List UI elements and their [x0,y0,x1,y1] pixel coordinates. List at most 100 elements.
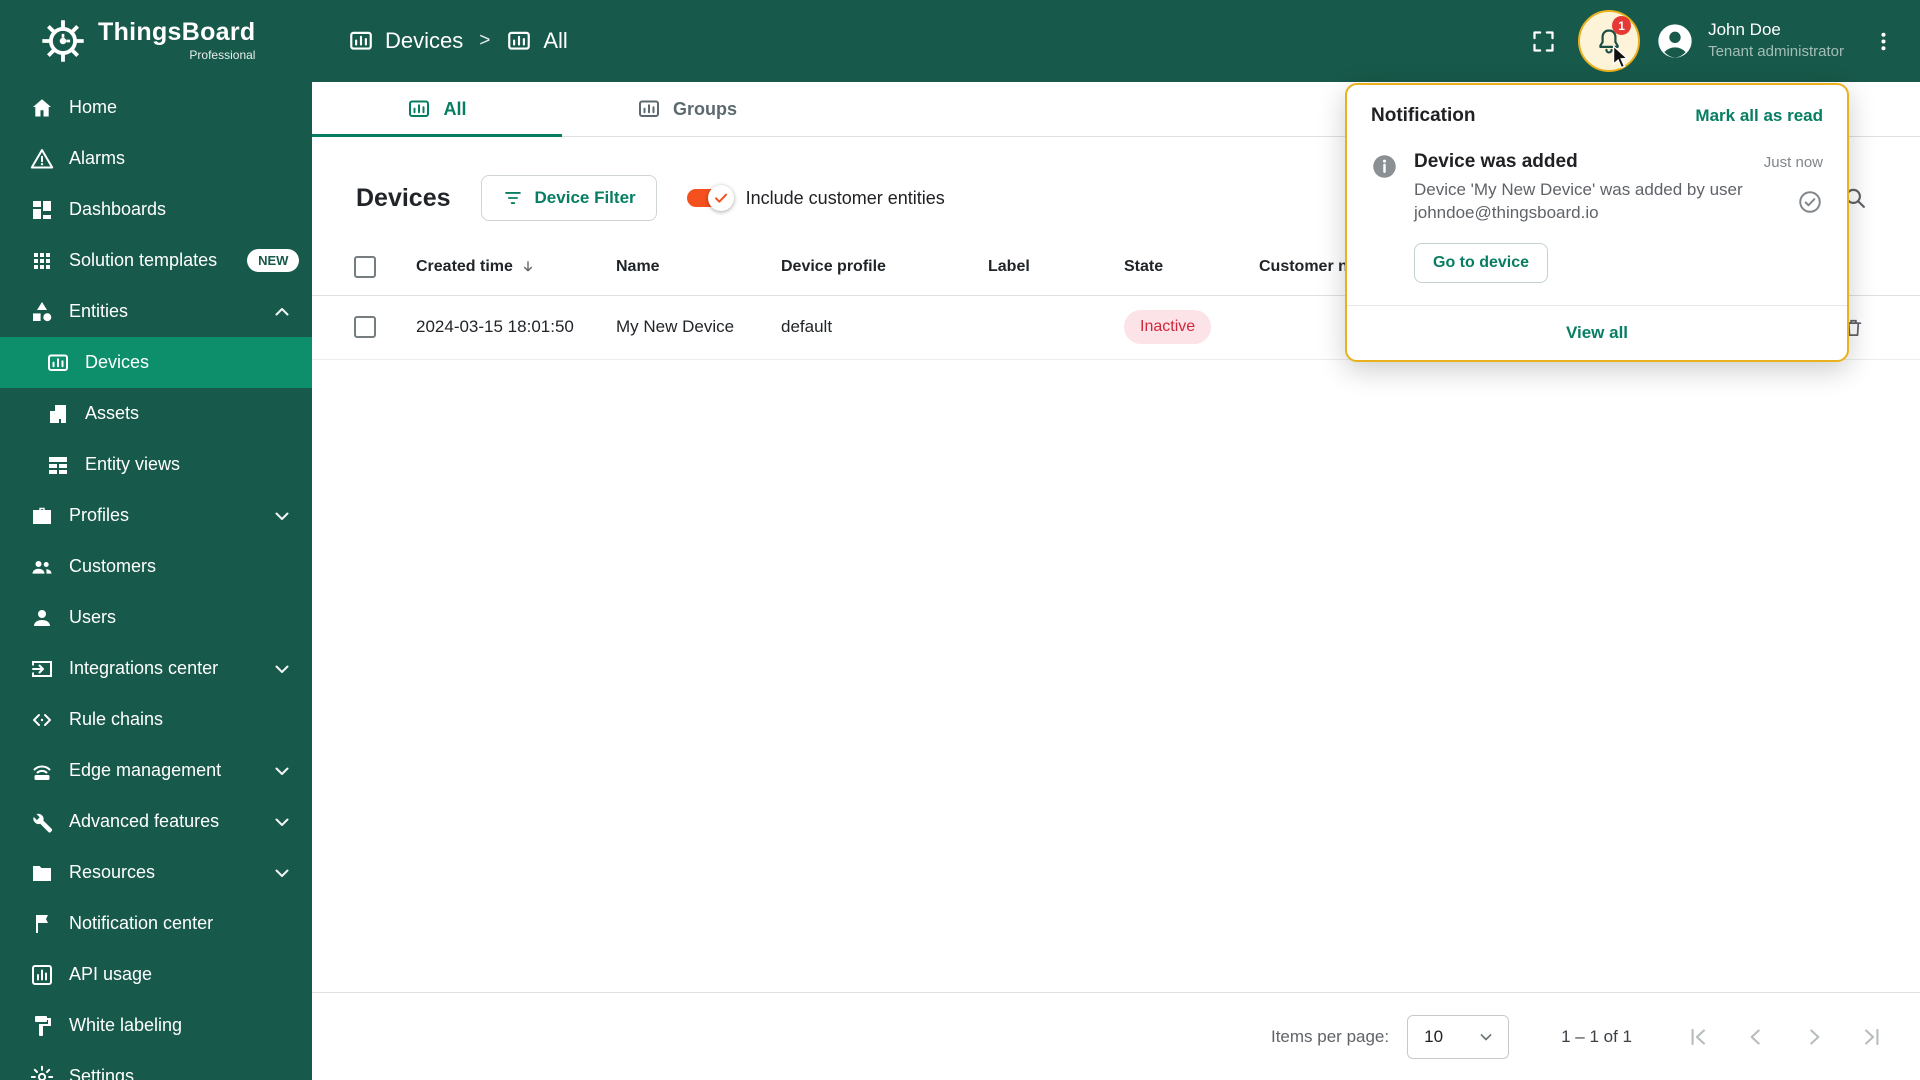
sidebar-item-label: Integrations center [69,658,219,678]
breadcrumb-devices[interactable]: Devices [348,28,463,54]
sidebar-item-home[interactable]: Home [0,82,312,133]
column-header-device-profile[interactable]: Device profile [781,239,988,296]
sidebar-item-label: Alarms [69,148,126,168]
white-labeling-icon [30,1014,54,1038]
cell-name: My New Device [616,295,781,360]
previous-page-icon [1743,1024,1769,1050]
sidebar-item-resources[interactable]: Resources [0,847,312,898]
go-to-device-button[interactable]: Go to device [1414,242,1549,283]
previous-page-button[interactable] [1734,1015,1778,1059]
tab-groups[interactable]: Groups [562,82,812,136]
first-page-icon [1685,1024,1711,1050]
sidebar-item-integrations-center[interactable]: Integrations center [0,643,312,694]
mark-all-as-read-link[interactable]: Mark all as read [1695,106,1823,126]
breadcrumb: Devices > All [348,28,568,54]
state-badge: Inactive [1124,310,1212,344]
device-filter-button[interactable]: Device Filter [480,175,657,221]
devices-icon [407,97,431,121]
sidebar-item-alarms[interactable]: Alarms [0,133,312,184]
last-page-button[interactable] [1850,1015,1894,1059]
view-all-link[interactable]: View all [1566,323,1628,343]
column-header-name[interactable]: Name [616,239,781,296]
column-header-state[interactable]: State [1124,239,1259,296]
next-page-button[interactable] [1792,1015,1836,1059]
entities-icon [30,300,54,324]
home-icon [30,96,54,120]
fullscreen-button[interactable] [1520,18,1566,64]
row-checkbox[interactable] [354,316,376,338]
sidebar-item-rule-chains[interactable]: Rule chains [0,694,312,745]
filter-icon [502,187,524,209]
sidebar-item-label: Dashboards [69,199,167,219]
chevron-down-icon [270,657,294,681]
users-icon [30,606,54,630]
breadcrumb-label: All [543,28,568,53]
sort-arrow-down-icon [519,258,537,276]
toggle-track[interactable] [686,185,734,211]
items-per-page-label: Items per page: [1270,1026,1390,1046]
cell-state: Inactive [1124,295,1259,360]
sidebar-item-entities[interactable]: Entities [0,286,312,337]
sidebar-item-assets[interactable]: Assets [0,388,312,439]
sidebar-item-devices[interactable]: Devices [0,337,312,388]
sidebar-item-notification-center[interactable]: Notification center [0,898,312,949]
items-per-page-select[interactable]: 10 [1407,1014,1510,1059]
more-menu-button[interactable] [1860,18,1906,64]
settings-icon [30,1065,54,1080]
thingsboard-logo[interactable]: ThingsBoard Professional [0,0,312,82]
cell-device-profile: default [781,295,988,360]
sidebar-item-entity-views[interactable]: Entity views [0,439,312,490]
column-header-label[interactable]: Label [988,239,1124,296]
sidebar-item-users[interactable]: Users [0,592,312,643]
user-avatar-button[interactable] [1652,18,1698,64]
notification-center-icon [30,912,54,936]
sidebar-item-profiles[interactable]: Profiles [0,490,312,541]
sidebar-item-settings[interactable]: Settings [0,1051,312,1080]
sidebar-item-edge-management[interactable]: Edge management [0,745,312,796]
chevron-down-icon [1476,1027,1496,1047]
edge-management-icon [30,759,54,783]
empty-area [312,360,1920,993]
first-page-button[interactable] [1676,1015,1720,1059]
info-icon [1371,153,1398,180]
groups-icon [637,97,661,121]
mark-read-button[interactable] [1797,189,1823,215]
sidebar-item-dashboards[interactable]: Dashboards [0,184,312,235]
sidebar-item-customers[interactable]: Customers [0,541,312,592]
sidebar-item-label: Home [69,97,118,117]
cell-created-time: 2024-03-15 18:01:50 [416,295,616,360]
avatar-icon [1655,21,1695,61]
toggle-knob [707,185,734,211]
last-page-icon [1859,1024,1885,1050]
sidebar-item-label: Users [69,607,117,627]
notification-popup-footer: View all [1347,304,1847,360]
mouse-cursor [1606,44,1632,70]
sidebar-item-solution-templates[interactable]: Solution templates NEW [0,235,312,286]
app-root: ThingsBoard Professional Home Alarms Das… [0,0,1920,1080]
notifications-button[interactable]: 1 [1578,10,1641,72]
sidebar-item-label: Edge management [69,760,222,780]
notification-item-time: Just now [1763,154,1823,171]
rule-chains-icon [30,708,54,732]
sidebar-item-advanced-features[interactable]: Advanced features [0,796,312,847]
api-usage-icon [30,963,54,987]
sidebar-item-label: Assets [85,403,140,423]
sidebar-item-white-labeling[interactable]: White labeling [0,1000,312,1051]
include-customer-entities-toggle[interactable]: Include customer entities [686,185,945,211]
pagination-range: 1 – 1 of 1 [1561,1026,1632,1046]
check-circle-icon [1797,189,1823,215]
breadcrumb-all[interactable]: All [506,28,568,54]
sidebar-item-label: Devices [85,352,150,372]
new-badge: NEW [247,249,300,272]
column-header-created-time[interactable]: Created time [416,239,616,296]
user-info[interactable]: John Doe Tenant administrator [1708,19,1844,62]
pagination-bar: Items per page: 10 1 – 1 of 1 [312,992,1920,1080]
sidebar-item-label: Resources [69,862,156,882]
tab-all[interactable]: All [312,82,562,137]
sidebar-item-label: Settings [69,1066,135,1080]
breadcrumb-separator: > [479,30,491,51]
sidebar-item-api-usage[interactable]: API usage [0,949,312,1000]
toggle-label: Include customer entities [745,187,945,208]
select-all-checkbox[interactable] [354,255,376,278]
breadcrumb-label: Devices [385,28,464,53]
